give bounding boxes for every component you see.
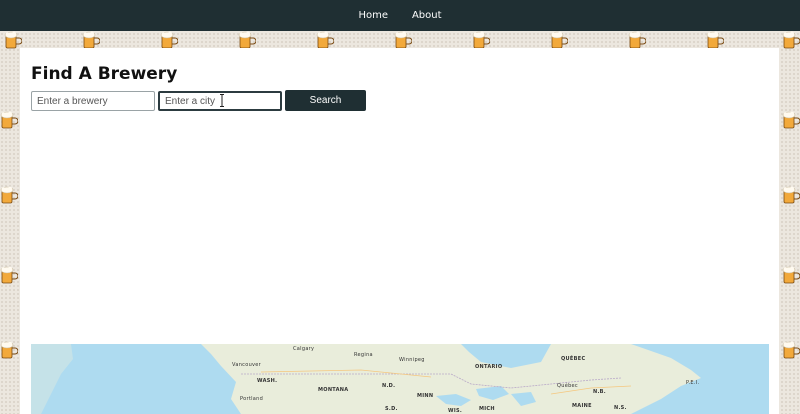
map-label-winnipeg: Winnipeg [399,357,425,363]
map-label-quebec: QUÉBEC [561,356,586,362]
beer-mug-icon [82,30,101,50]
map-label-nb: N.B. [593,389,606,395]
beer-mug-icon [550,30,569,50]
top-navbar: Home About [0,0,800,31]
beer-mug-icon [782,30,800,50]
map-label-wash: WASH. [257,378,278,384]
beer-mug-icon [782,185,800,205]
beer-mug-icon [0,265,19,285]
map-label-regina: Regina [354,352,373,358]
map-label-pei: P.E.I. [686,380,700,386]
nav-home-link[interactable]: Home [358,10,388,21]
map-label-ontario: ONTARIO [475,364,503,370]
beer-mug-icon [4,30,23,50]
map-label-ns: N.S. [614,405,627,411]
map-label-calgary: Calgary [293,346,315,352]
main-card: Find A Brewery Search Calgary Regina Win [20,48,779,414]
map-label-minn: MINN [417,393,434,399]
brewery-map[interactable]: Calgary Regina Winnipeg QUÉBEC ONTARIO V… [31,344,769,414]
beer-mug-icon [160,30,179,50]
map-label-nd: N.D. [382,383,396,389]
brewery-search-input[interactable] [31,91,155,111]
map-label-vancouver: Vancouver [232,362,262,368]
map-label-wis: WIS. [448,408,463,414]
map-label-mich: MICH [479,406,495,412]
beer-mug-icon [782,340,800,360]
beer-mug-icon [0,185,19,205]
map-label-sd: S.D. [385,406,398,412]
beer-mug-icon [0,340,19,360]
beer-mug-icon [238,30,257,50]
map-land-icon [31,344,769,414]
beer-mug-icon [0,110,19,130]
text-cursor-icon [220,94,224,107]
map-label-quebec-city: Québec [557,383,578,389]
map-label-montana: MONTANA [318,387,349,393]
page-title: Find A Brewery [31,64,178,84]
beer-mug-icon [394,30,413,50]
beer-mug-icon [628,30,647,50]
search-button[interactable]: Search [285,90,366,111]
beer-mug-icon [472,30,491,50]
beer-mug-icon [316,30,335,50]
beer-mug-icon [706,30,725,50]
beer-mug-icon [782,265,800,285]
map-label-portland: Portland [240,396,264,402]
beer-mug-icon [782,110,800,130]
map-label-maine: MAINE [572,403,592,409]
nav-about-link[interactable]: About [412,10,442,21]
